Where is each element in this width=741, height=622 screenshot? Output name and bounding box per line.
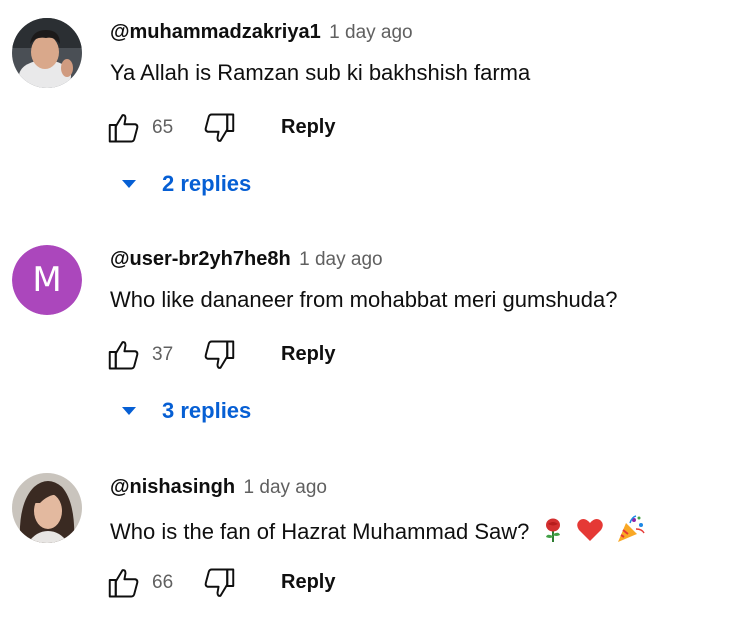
like-button[interactable] (106, 110, 142, 146)
caret-down-icon (122, 180, 136, 188)
avatar[interactable]: M (12, 245, 82, 315)
comment-actions: 37 Reply (106, 337, 506, 373)
avatar-letter: M (12, 245, 82, 315)
dislike-button[interactable] (201, 565, 237, 601)
party-popper-icon (617, 515, 645, 542)
comment-text: Ya Allah is Ramzan sub ki bakhshish farm… (110, 60, 531, 85)
thumbs-up-icon (108, 341, 139, 370)
like-button[interactable] (106, 337, 142, 373)
thumbs-down-icon (204, 113, 235, 142)
dislike-button[interactable] (201, 337, 237, 373)
like-count: 37 (152, 344, 174, 365)
comment-text: Who is the fan of Hazrat Muhammad Saw? (110, 515, 646, 545)
comment-actions: 66 Reply (106, 565, 506, 601)
avatar[interactable] (12, 473, 82, 543)
like-button[interactable] (106, 565, 142, 601)
author-name[interactable]: @muhammadzakriya1 (110, 21, 321, 43)
avatar[interactable] (12, 18, 82, 88)
caret-down-icon (122, 407, 136, 415)
like-count: 65 (152, 117, 174, 138)
view-replies-button[interactable]: 3 replies (120, 398, 251, 424)
like-count: 66 (152, 572, 174, 593)
thumbs-down-icon (204, 340, 235, 369)
rose-icon (545, 518, 560, 542)
comment-text-content: Who is the fan of Hazrat Muhammad Saw? (110, 519, 530, 544)
view-replies-button[interactable]: 2 replies (120, 171, 251, 197)
thumbs-down-icon (204, 568, 235, 597)
author-name[interactable]: @nishasingh (110, 476, 235, 498)
heart-icon (576, 519, 603, 541)
reply-button[interactable]: Reply (281, 116, 335, 139)
replies-count-label: 3 replies (162, 398, 252, 423)
comment-header: @user-br2yh7he8h 1 day ago (110, 248, 383, 271)
reply-button[interactable]: Reply (281, 343, 335, 366)
timestamp[interactable]: 1 day ago (299, 249, 382, 270)
comment-header: @muhammadzakriya1 1 day ago (110, 21, 413, 44)
timestamp[interactable]: 1 day ago (329, 22, 412, 43)
comment-text: Who like dananeer from mohabbat meri gum… (110, 287, 618, 312)
thumbs-up-icon (108, 114, 139, 143)
replies-count-label: 2 replies (162, 171, 252, 196)
comment-header: @nishasingh 1 day ago (110, 476, 327, 499)
dislike-button[interactable] (201, 110, 237, 146)
timestamp[interactable]: 1 day ago (244, 477, 327, 498)
comment-actions: 65 Reply (106, 110, 506, 146)
author-name[interactable]: @user-br2yh7he8h (110, 248, 291, 270)
reply-button[interactable]: Reply (281, 571, 335, 594)
thumbs-up-icon (108, 569, 139, 598)
